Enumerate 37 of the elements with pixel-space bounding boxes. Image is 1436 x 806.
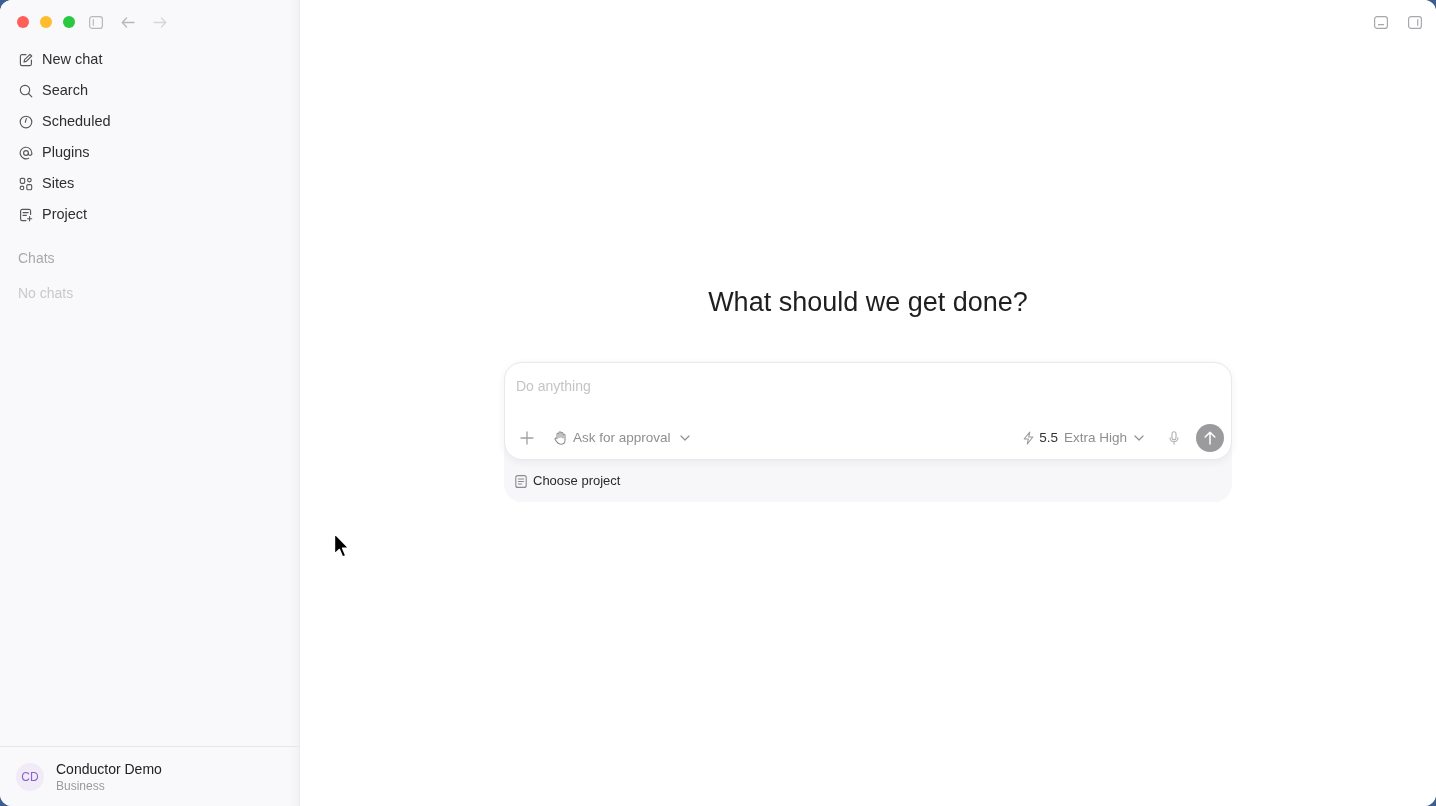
sidebar-toggle-icon[interactable] [89,15,103,29]
forward-arrow-icon[interactable] [153,16,167,28]
sidebar-item[interactable]: Project [8,199,291,230]
microphone-icon [1169,431,1179,445]
avatar[interactable]: CD [16,762,44,791]
section-heading: Chats [18,248,55,268]
chevron-down-icon [679,435,690,441]
at-sign-icon [19,145,33,160]
pencil-square-icon [19,52,33,67]
maximize-window-icon[interactable] [63,16,75,28]
model-dropdown[interactable]: 5.5 Extra High [1017,424,1150,452]
lightning-bolt-icon [1023,431,1035,445]
choose-project-button[interactable]: Choose project [515,471,621,491]
back-arrow-icon[interactable] [121,16,135,28]
sidebar-item[interactable]: Sites [8,168,291,199]
document-icon [515,474,527,488]
sidebar-item[interactable]: Plugins [8,137,291,168]
sidebar-item[interactable]: Scheduled [8,106,291,137]
send-button[interactable] [1196,424,1224,452]
account-plan: Business [56,777,106,794]
right-panel-icon[interactable] [1408,15,1422,29]
sidebar-item[interactable]: Search [8,75,291,106]
page-heading: What should we get done? [708,286,1028,319]
bottom-panel-icon[interactable] [1374,15,1388,29]
account-name: Conductor Demo [56,759,162,778]
minimize-window-icon[interactable] [40,16,52,28]
sidebar-item[interactable]: New chat [8,44,291,75]
close-window-icon[interactable] [17,16,29,28]
arrow-up-icon [1204,431,1216,445]
document-plus-icon [19,207,33,222]
grid-shapes-icon [19,176,33,191]
hand-icon [554,431,567,445]
plus-icon [520,431,534,445]
search-icon [19,83,33,98]
chevron-down-icon [1134,435,1144,441]
clock-icon [19,114,33,129]
prompt-input[interactable]: Do anything [516,376,1220,396]
